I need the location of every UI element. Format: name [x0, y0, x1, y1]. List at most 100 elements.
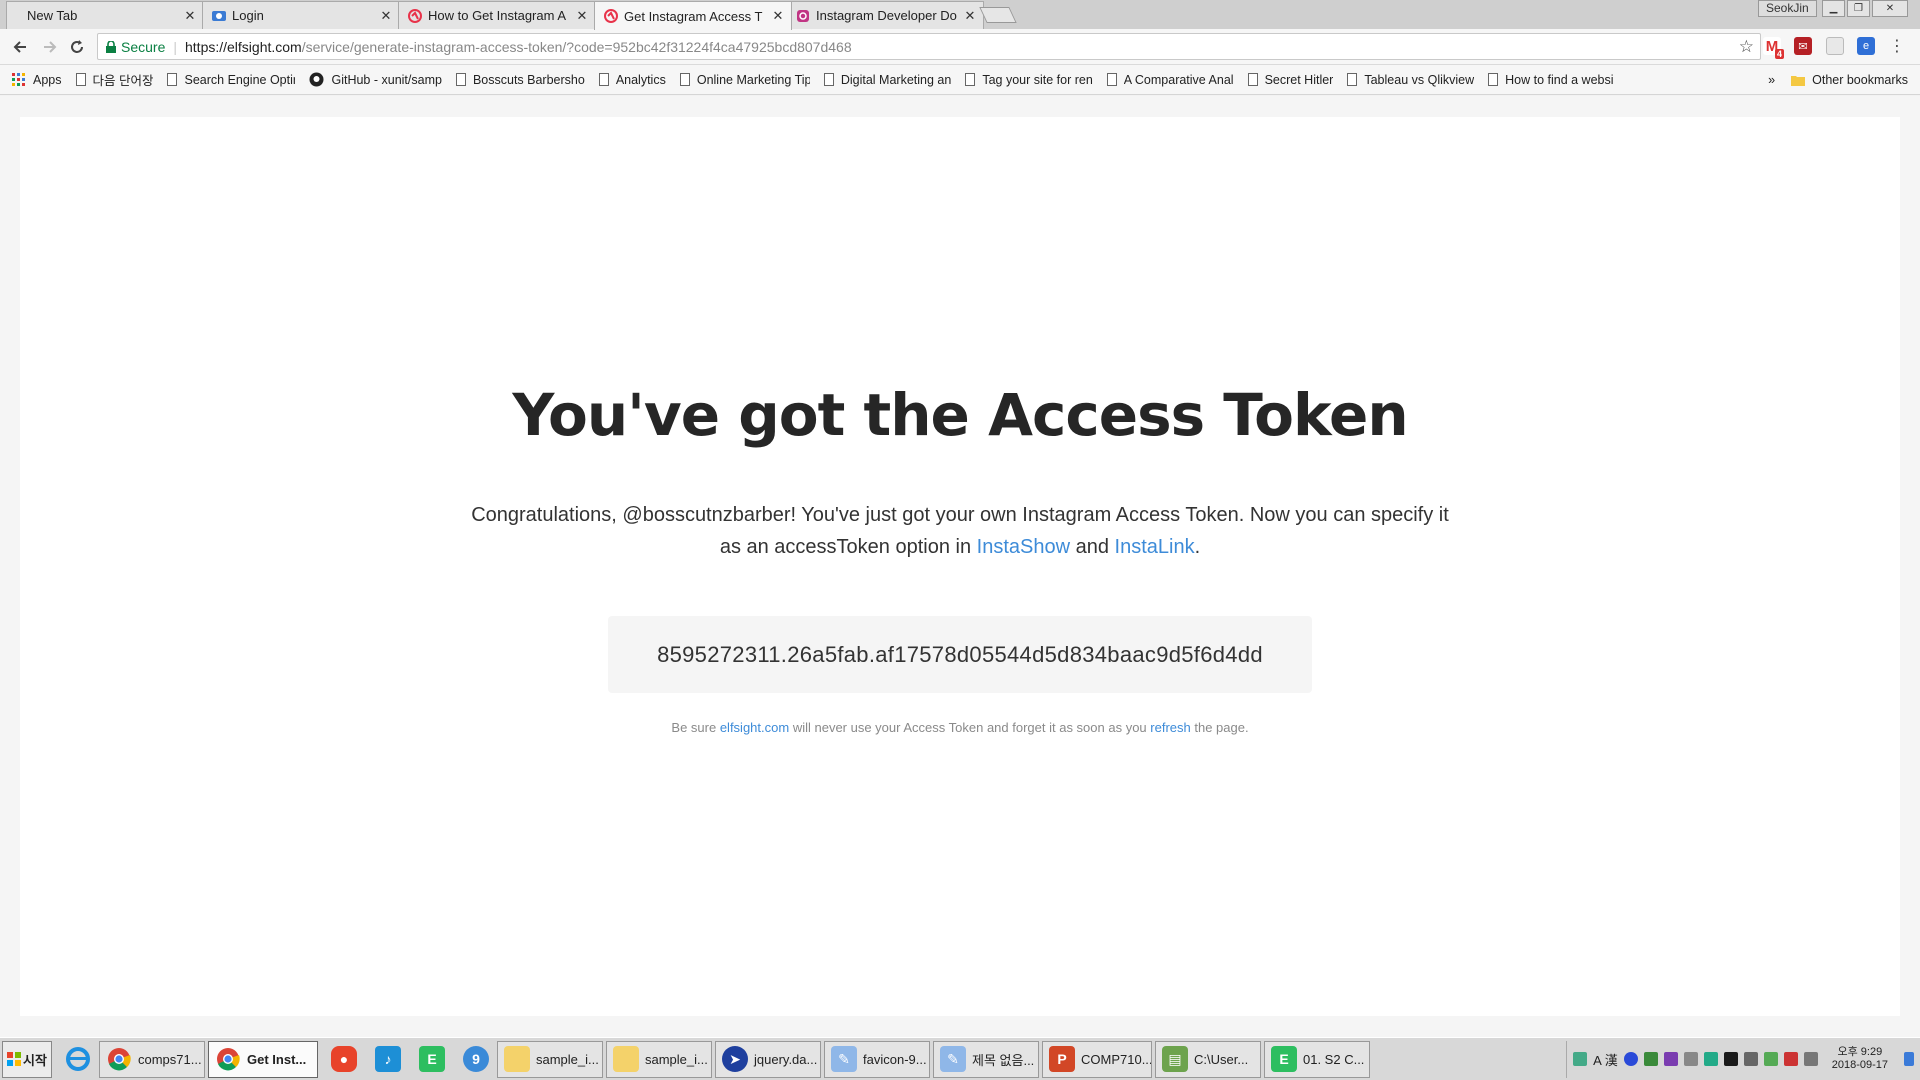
evernote-icon: E: [1271, 1046, 1297, 1072]
tab-title: Login: [232, 8, 264, 23]
close-icon[interactable]: ✕: [771, 8, 785, 24]
tab-get-instagram-access-token[interactable]: Get Instagram Access T ✕: [594, 1, 792, 30]
page-icon: [1247, 73, 1258, 86]
bookmark-item[interactable]: Search Engine Optir: [167, 73, 295, 87]
close-icon[interactable]: ✕: [183, 8, 197, 24]
instashow-link[interactable]: InstaShow: [977, 536, 1070, 558]
access-token-value[interactable]: 8595272311.26a5fab.af17578d05544d5d834ba…: [657, 642, 1263, 668]
taskbar-evernote-note[interactable]: E 01. S2 C...: [1264, 1040, 1370, 1078]
taskbar-paint-favicon[interactable]: ✎ favicon-9...: [824, 1040, 930, 1078]
address-bar[interactable]: Secure | https://elfsight.com/service/ge…: [97, 33, 1761, 60]
extension-cast-icon[interactable]: [1826, 37, 1844, 55]
clock-time: 오후 9:29: [1837, 1046, 1883, 1058]
secure-indicator[interactable]: Secure: [106, 39, 165, 55]
bookmark-item[interactable]: A Comparative Anal: [1106, 73, 1234, 87]
bookmark-apps[interactable]: Apps: [12, 72, 62, 87]
close-icon[interactable]: ✕: [575, 8, 589, 24]
bookmark-item[interactable]: Tag your site for ren: [965, 73, 1093, 87]
instalink-link[interactable]: InstaLink: [1115, 536, 1195, 558]
taskbar-folder-sample-2[interactable]: sample_i...: [606, 1040, 712, 1078]
gmail-extension-icon[interactable]: M4: [1763, 37, 1784, 59]
bookmark-item[interactable]: Digital Marketing an: [823, 73, 951, 87]
login-favicon-icon: [211, 8, 227, 24]
app-music-icon[interactable]: ♪: [370, 1041, 406, 1077]
powerpoint-icon: P: [1049, 1046, 1075, 1072]
tab-title: Get Instagram Access T: [624, 8, 763, 24]
tab-how-to-get-instagram[interactable]: How to Get Instagram A ✕: [398, 1, 596, 29]
page-card: You've got the Access Token Congratulati…: [20, 117, 1900, 1016]
tray-app-icon[interactable]: [1643, 1052, 1658, 1066]
forward-button[interactable]: [38, 35, 62, 59]
ime-indicator[interactable]: A 漢: [1593, 1050, 1618, 1069]
show-desktop-button[interactable]: [1904, 1052, 1914, 1066]
taskbar-paint-untitled[interactable]: ✎ 제목 없음...: [933, 1040, 1039, 1078]
page-icon: [455, 73, 466, 86]
page-icon: [1488, 73, 1499, 86]
taskbar-vscode-jquery[interactable]: ➤ jquery.da...: [715, 1040, 821, 1078]
elfsight-link[interactable]: elfsight.com: [720, 720, 789, 735]
language-bar-icon[interactable]: [1573, 1052, 1588, 1066]
elfsight-favicon-icon: [603, 8, 619, 24]
tray-pen-icon[interactable]: [1703, 1052, 1718, 1066]
bookmark-item[interactable]: Tableau vs Qlikview: [1347, 73, 1474, 87]
new-tab-button[interactable]: [979, 7, 1017, 23]
dropbox-icon[interactable]: [1683, 1052, 1698, 1066]
bookmark-item[interactable]: Secret Hitler: [1247, 73, 1333, 87]
apps-grid-icon: [12, 72, 25, 86]
bookmarks-bar: Apps 다음 단어장 Search Engine Optir GitHub -…: [0, 65, 1920, 95]
close-icon[interactable]: ✕: [379, 8, 393, 24]
start-button[interactable]: 시작: [2, 1040, 52, 1078]
taskbar-chrome-get-instagram[interactable]: Get Inst...: [208, 1040, 318, 1078]
windows-logo-icon: [7, 1052, 22, 1066]
back-button[interactable]: [8, 35, 32, 59]
profile-button[interactable]: SeokJin: [1758, 0, 1817, 17]
bookmark-item[interactable]: 다음 단어장: [75, 70, 153, 89]
bookmark-star-icon[interactable]: ☆: [1739, 37, 1754, 57]
extension-red-icon[interactable]: ✉: [1794, 37, 1812, 55]
tab-login[interactable]: Login ✕: [202, 1, 400, 29]
app-cloud-icon[interactable]: 9: [458, 1041, 494, 1077]
bookmark-item[interactable]: GitHub - xunit/samp: [309, 72, 442, 87]
internet-explorer-icon[interactable]: [60, 1041, 96, 1077]
folder-icon: [1791, 75, 1806, 86]
access-token-field[interactable]: 8595272311.26a5fab.af17578d05544d5d834ba…: [608, 616, 1312, 693]
security-alert-icon[interactable]: [1783, 1052, 1798, 1066]
volume-icon[interactable]: [1743, 1052, 1758, 1066]
bookmark-item[interactable]: Bosscuts Barbersho: [455, 73, 585, 87]
close-window-icon[interactable]: ✕: [1872, 0, 1908, 17]
onenote-icon[interactable]: [1663, 1052, 1678, 1066]
secure-label: Secure: [121, 38, 166, 55]
tab-new-tab[interactable]: New Tab ✕: [6, 1, 204, 29]
taskbar-chrome-comps[interactable]: comps71...: [99, 1040, 205, 1078]
bookmark-item[interactable]: How to find a websi: [1488, 73, 1614, 87]
folder-icon: [504, 1046, 530, 1072]
help-icon[interactable]: [1623, 1052, 1638, 1066]
app-red-paw-icon[interactable]: ●: [326, 1041, 362, 1077]
chrome-icon: [215, 1046, 241, 1072]
evernote-icon[interactable]: E: [414, 1041, 450, 1077]
taskbar-folder-sample-1[interactable]: sample_i...: [497, 1040, 603, 1078]
bookmark-item[interactable]: Online Marketing Tip: [679, 73, 810, 87]
nvidia-icon[interactable]: [1723, 1052, 1738, 1066]
refresh-link[interactable]: refresh: [1150, 720, 1190, 735]
minimize-icon[interactable]: ▁: [1822, 0, 1845, 17]
taskbar-powerpoint[interactable]: P COMP710...: [1042, 1040, 1152, 1078]
network-icon[interactable]: [1763, 1052, 1778, 1066]
page-icon: [679, 73, 690, 86]
bookmarks-overflow-button[interactable]: »: [1768, 73, 1775, 87]
extension-blue-icon[interactable]: e: [1857, 37, 1875, 55]
menu-kebab-icon[interactable]: ⋮: [1888, 37, 1906, 55]
tab-title: New Tab: [27, 8, 78, 23]
signal-icon[interactable]: [1803, 1052, 1818, 1066]
system-clock[interactable]: 오후 9:29 2018-09-17: [1832, 1046, 1888, 1072]
close-icon[interactable]: ✕: [963, 8, 977, 24]
paint-icon: ✎: [940, 1046, 966, 1072]
other-bookmarks[interactable]: Other bookmarks: [1791, 73, 1908, 87]
restore-icon[interactable]: ❐: [1847, 0, 1870, 17]
bookmark-item[interactable]: Analytics: [598, 73, 666, 87]
taskbar-explorer-user[interactable]: ▤ C:\User...: [1155, 1040, 1261, 1078]
github-icon: [309, 72, 324, 87]
page-icon: [75, 73, 86, 86]
tab-instagram-developer[interactable]: Instagram Developer Do ✕: [786, 1, 984, 29]
reload-button[interactable]: [65, 35, 89, 59]
